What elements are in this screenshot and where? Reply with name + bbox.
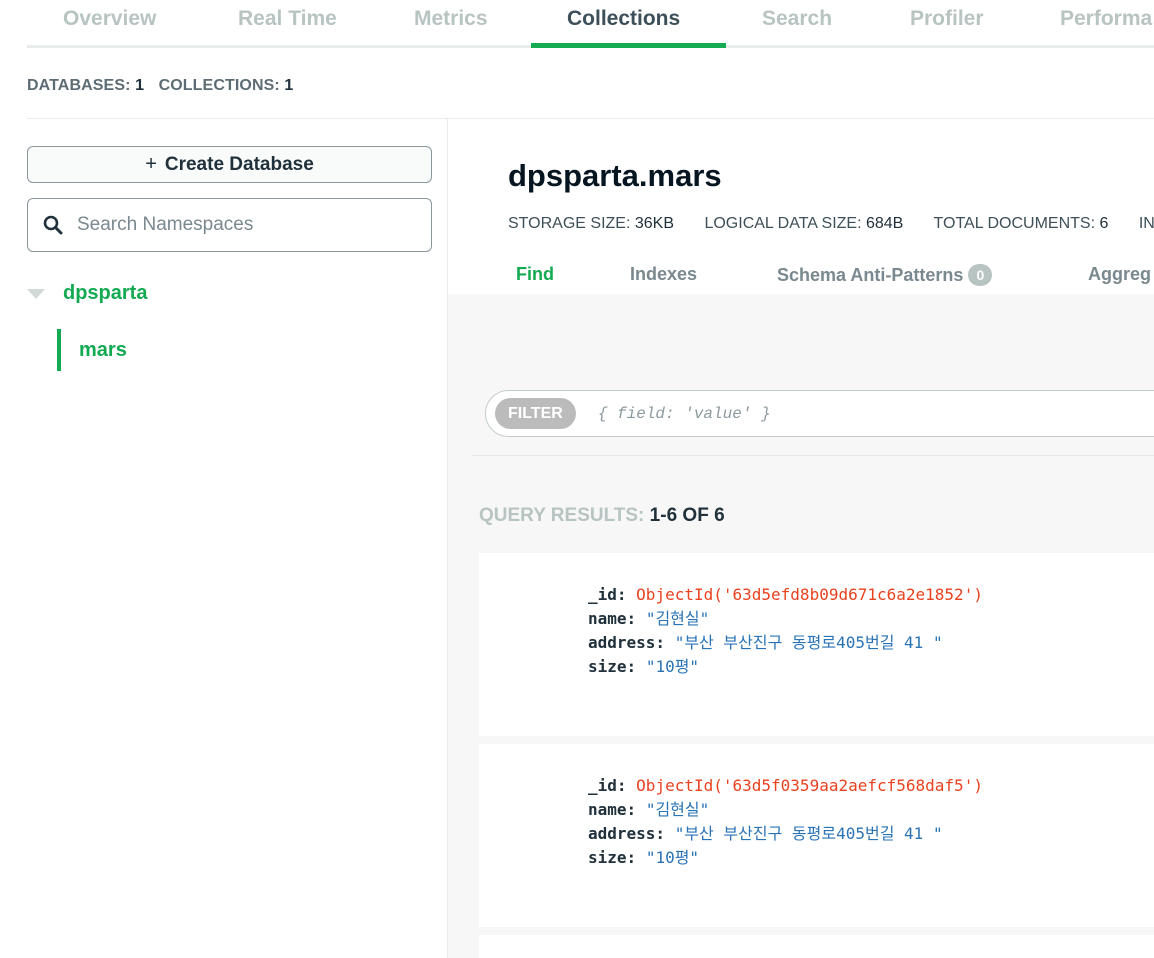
tab-real-time[interactable]: Real Time	[238, 7, 337, 31]
create-database-button[interactable]: + Create Database	[27, 146, 432, 183]
stat-indexes: IN	[1139, 215, 1154, 232]
filter-label-pill: FILTER	[495, 398, 576, 429]
object-id-value: ObjectId('63d5f0359aa2aefcf568daf5')	[636, 776, 983, 795]
anti-patterns-count-badge: 0	[968, 264, 993, 286]
field-key: address:	[588, 633, 666, 652]
collection-title: dpsparta.mars	[508, 158, 722, 193]
tab-indexes[interactable]: Indexes	[630, 264, 697, 285]
collection-sub-tabs: Find Indexes Schema Anti-Patterns 0 Aggr…	[448, 258, 1154, 294]
search-namespaces-box[interactable]	[27, 198, 432, 252]
tab-metrics[interactable]: Metrics	[414, 7, 488, 31]
stat-value: 684B	[865, 215, 904, 232]
summary-divider	[27, 118, 1154, 119]
field-key: name:	[588, 800, 637, 819]
string-value: "10평"	[645, 657, 700, 676]
tab-search[interactable]: Search	[762, 7, 832, 31]
tab-profiler[interactable]: Profiler	[910, 7, 984, 31]
tab-schema-anti-patterns[interactable]: Schema Anti-Patterns 0	[777, 264, 993, 286]
databases-label: DATABASES:	[27, 77, 131, 94]
field-key: _id:	[588, 585, 627, 604]
string-value: "부산 부산진구 동평로405번길 41 "	[674, 824, 943, 843]
search-icon	[43, 215, 63, 235]
document-body: _id: ObjectId('63d5f0359aa2aefcf568daf5'…	[588, 774, 983, 870]
document-card[interactable]: _id: ObjectId('63d5f0359aa2aefcf568daf5'…	[479, 744, 1154, 927]
collections-count: 1	[284, 77, 294, 94]
stat-label: STORAGE SIZE:	[508, 215, 631, 232]
field-key: name:	[588, 609, 637, 628]
field-key: size:	[588, 657, 637, 676]
sidebar-database-item[interactable]: dpsparta	[27, 282, 147, 305]
string-value: "10평"	[645, 848, 700, 867]
string-value: "부산 부산진구 동평로405번길 41 "	[674, 633, 943, 652]
collections-label: COLLECTIONS:	[158, 77, 280, 94]
stat-label: IN	[1138, 215, 1154, 232]
query-results-count: 1-6 OF 6	[649, 505, 725, 526]
stat-total-documents: TOTAL DOCUMENTS: 6	[934, 215, 1109, 232]
stat-label: LOGICAL DATA SIZE:	[704, 215, 862, 232]
stat-logical-data-size: LOGICAL DATA SIZE: 684B	[704, 215, 903, 232]
tab-performance[interactable]: Performa	[1060, 7, 1152, 31]
tab-aggregation[interactable]: Aggreg	[1088, 264, 1151, 285]
tab-overview[interactable]: Overview	[63, 7, 156, 31]
databases-count: 1	[135, 77, 145, 94]
tab-collections[interactable]: Collections	[567, 7, 680, 31]
stat-label: TOTAL DOCUMENTS:	[933, 215, 1096, 232]
document-card[interactable]: _id: ObjectId('63d5efd8b09d671c6a2e1852'…	[479, 553, 1154, 736]
query-results-summary: QUERY RESULTS: 1-6 OF 6	[479, 505, 725, 527]
active-tab-indicator	[531, 43, 726, 48]
object-id-value: ObjectId('63d5efd8b09d671c6a2e1852')	[636, 585, 983, 604]
top-tab-bar: Overview Real Time Metrics Collections S…	[27, 0, 1154, 48]
document-card[interactable]	[479, 935, 1154, 958]
string-value: "김현실"	[645, 800, 710, 819]
database-summary: DATABASES: 1 COLLECTIONS: 1	[27, 77, 303, 95]
create-database-label: Create Database	[164, 153, 314, 175]
string-value: "김현실"	[645, 609, 710, 628]
field-key: address:	[588, 824, 666, 843]
filter-bar[interactable]: FILTER { field: 'value' }	[485, 390, 1154, 437]
collection-stats: STORAGE SIZE: 36KB LOGICAL DATA SIZE: 68…	[508, 215, 1154, 233]
collection-name: mars	[79, 338, 127, 361]
search-namespaces-input[interactable]	[77, 214, 407, 236]
tab-label: Schema Anti-Patterns	[777, 264, 964, 285]
database-name: dpsparta	[63, 282, 148, 304]
field-key: _id:	[588, 776, 627, 795]
document-body: _id: ObjectId('63d5efd8b09d671c6a2e1852'…	[588, 583, 983, 679]
stat-value: 36KB	[634, 215, 674, 232]
stat-value: 6	[1099, 215, 1109, 232]
plus-icon: +	[145, 153, 157, 175]
query-results-label: QUERY RESULTS:	[479, 505, 645, 526]
filter-input[interactable]: { field: 'value' }	[598, 405, 771, 423]
tab-find[interactable]: Find	[516, 264, 554, 285]
filter-divider	[472, 455, 1154, 456]
field-key: size:	[588, 848, 637, 867]
stat-storage-size: STORAGE SIZE: 36KB	[508, 215, 674, 232]
caret-down-icon[interactable]	[27, 288, 45, 299]
sidebar-collection-item[interactable]: mars	[57, 329, 127, 371]
